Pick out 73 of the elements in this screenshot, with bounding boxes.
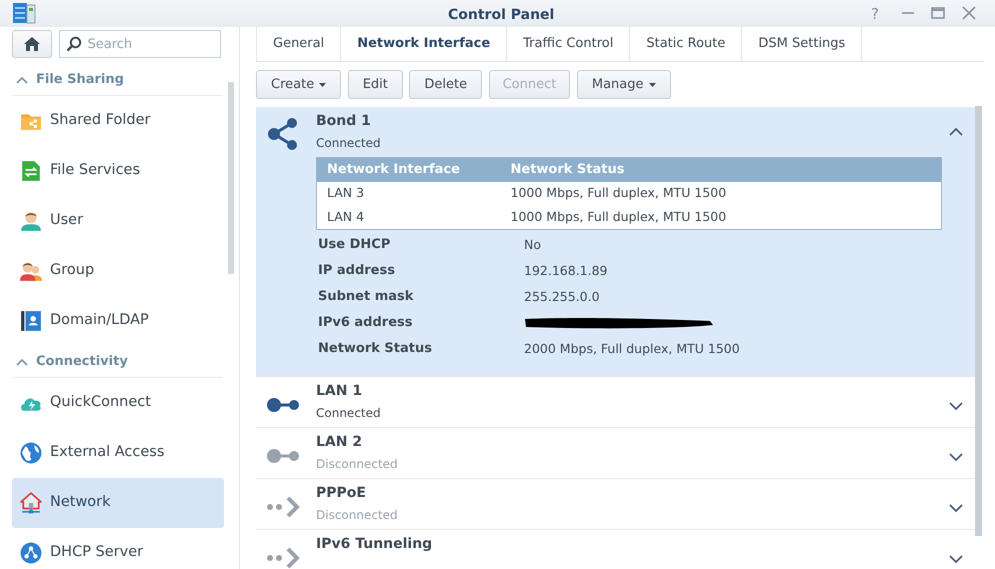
sidebar-item[interactable]: Domain/LDAP [12, 296, 224, 346]
interface-row[interactable]: LAN 2 Disconnected [256, 428, 975, 479]
home-icon [23, 36, 41, 52]
caret-icon [319, 82, 326, 86]
sidebar-item[interactable]: File Services [12, 146, 224, 196]
interface-name: LAN 1 [316, 382, 364, 400]
field-label: Subnet mask [318, 288, 414, 306]
tab[interactable]: Traffic Control [506, 27, 630, 61]
home-button[interactable] [12, 30, 52, 58]
table-cell: 1000 Mbps, Full duplex, MTU 1500 [500, 182, 942, 206]
field-label: IP address [318, 262, 395, 280]
status-text: Connected [316, 135, 382, 151]
field-value: 255.255.0.0 [524, 288, 600, 306]
sidebar-item[interactable]: QuickConnect [12, 378, 224, 428]
collapse-icon[interactable] [949, 127, 963, 136]
interface-row[interactable]: LAN 1 Connected [256, 377, 975, 428]
sidebar-item[interactable]: External Access [12, 428, 224, 478]
status-text: Connected [316, 405, 382, 421]
column-header: Network Interface [316, 158, 500, 182]
field-label: Use DHCP [318, 236, 390, 254]
dropdown-button[interactable]: Create [256, 70, 342, 99]
scrollbar[interactable] [228, 82, 234, 274]
tab[interactable]: Static Route [629, 27, 742, 61]
close-button[interactable] [961, 5, 977, 21]
toolbar-button[interactable]: Delete [409, 70, 482, 99]
app-icon [12, 2, 36, 24]
interface-name: LAN 2 [316, 433, 364, 451]
section-header[interactable]: Connectivity [12, 346, 223, 378]
expand-icon[interactable] [949, 453, 963, 462]
column-header: Network Status [500, 158, 942, 182]
interface-panel[interactable] [256, 107, 975, 377]
expand-icon[interactable] [949, 402, 963, 411]
field-label: Network Status [318, 340, 432, 358]
network-nodes-icon [20, 542, 42, 564]
field-value: 2000 Mbps, Full duplex, MTU 1500 [524, 340, 740, 358]
scrollbar[interactable] [975, 106, 982, 536]
search-field[interactable]: Search [58, 30, 220, 58]
sidebar-item[interactable]: Shared Folder [12, 96, 224, 146]
table-cell: LAN 3 [316, 182, 500, 206]
sidebar-item[interactable]: DHCP Server [12, 528, 224, 569]
interface-row[interactable]: PPPoE Disconnected [256, 479, 975, 530]
sidebar-item[interactable]: User [12, 196, 224, 246]
table-cell: 1000 Mbps, Full duplex, MTU 1500 [500, 206, 942, 230]
sidebar-item[interactable]: Group [12, 246, 224, 296]
window-title: Control Panel [448, 6, 554, 25]
contact-card-icon [20, 310, 42, 332]
sidebar-item[interactable]: Network [12, 478, 224, 528]
house-icon [20, 492, 42, 514]
tab[interactable]: DSM Settings [741, 27, 862, 61]
maximize-button[interactable] [930, 5, 946, 21]
caret-icon [648, 82, 656, 86]
interface-name: Bond 1 [316, 112, 372, 130]
status-text: Disconnected [316, 507, 399, 523]
tab[interactable]: Network Interface [340, 27, 506, 61]
globe-icon [20, 442, 42, 464]
field-label: IPv6 address [318, 314, 412, 332]
file-icon [20, 160, 42, 182]
group-icon [20, 260, 42, 282]
section-header[interactable]: File Sharing [12, 64, 223, 96]
expand-icon[interactable] [949, 555, 963, 564]
user-icon [20, 210, 42, 232]
search-icon [66, 36, 82, 52]
expand-icon[interactable] [949, 504, 963, 513]
status-text: Disconnected [316, 456, 399, 472]
field-value: 192.168.1.89 [524, 262, 608, 280]
interface-name: PPPoE [316, 484, 367, 502]
dropdown-button[interactable]: Manage [576, 70, 671, 99]
interface-row[interactable]: IPv6 Tunneling [256, 530, 975, 569]
interface-name: IPv6 Tunneling [316, 535, 434, 553]
table-cell: LAN 4 [316, 206, 500, 230]
toolbar-button[interactable]: Edit [348, 70, 403, 99]
field-value: No [524, 236, 541, 254]
tab[interactable]: General [256, 27, 340, 61]
